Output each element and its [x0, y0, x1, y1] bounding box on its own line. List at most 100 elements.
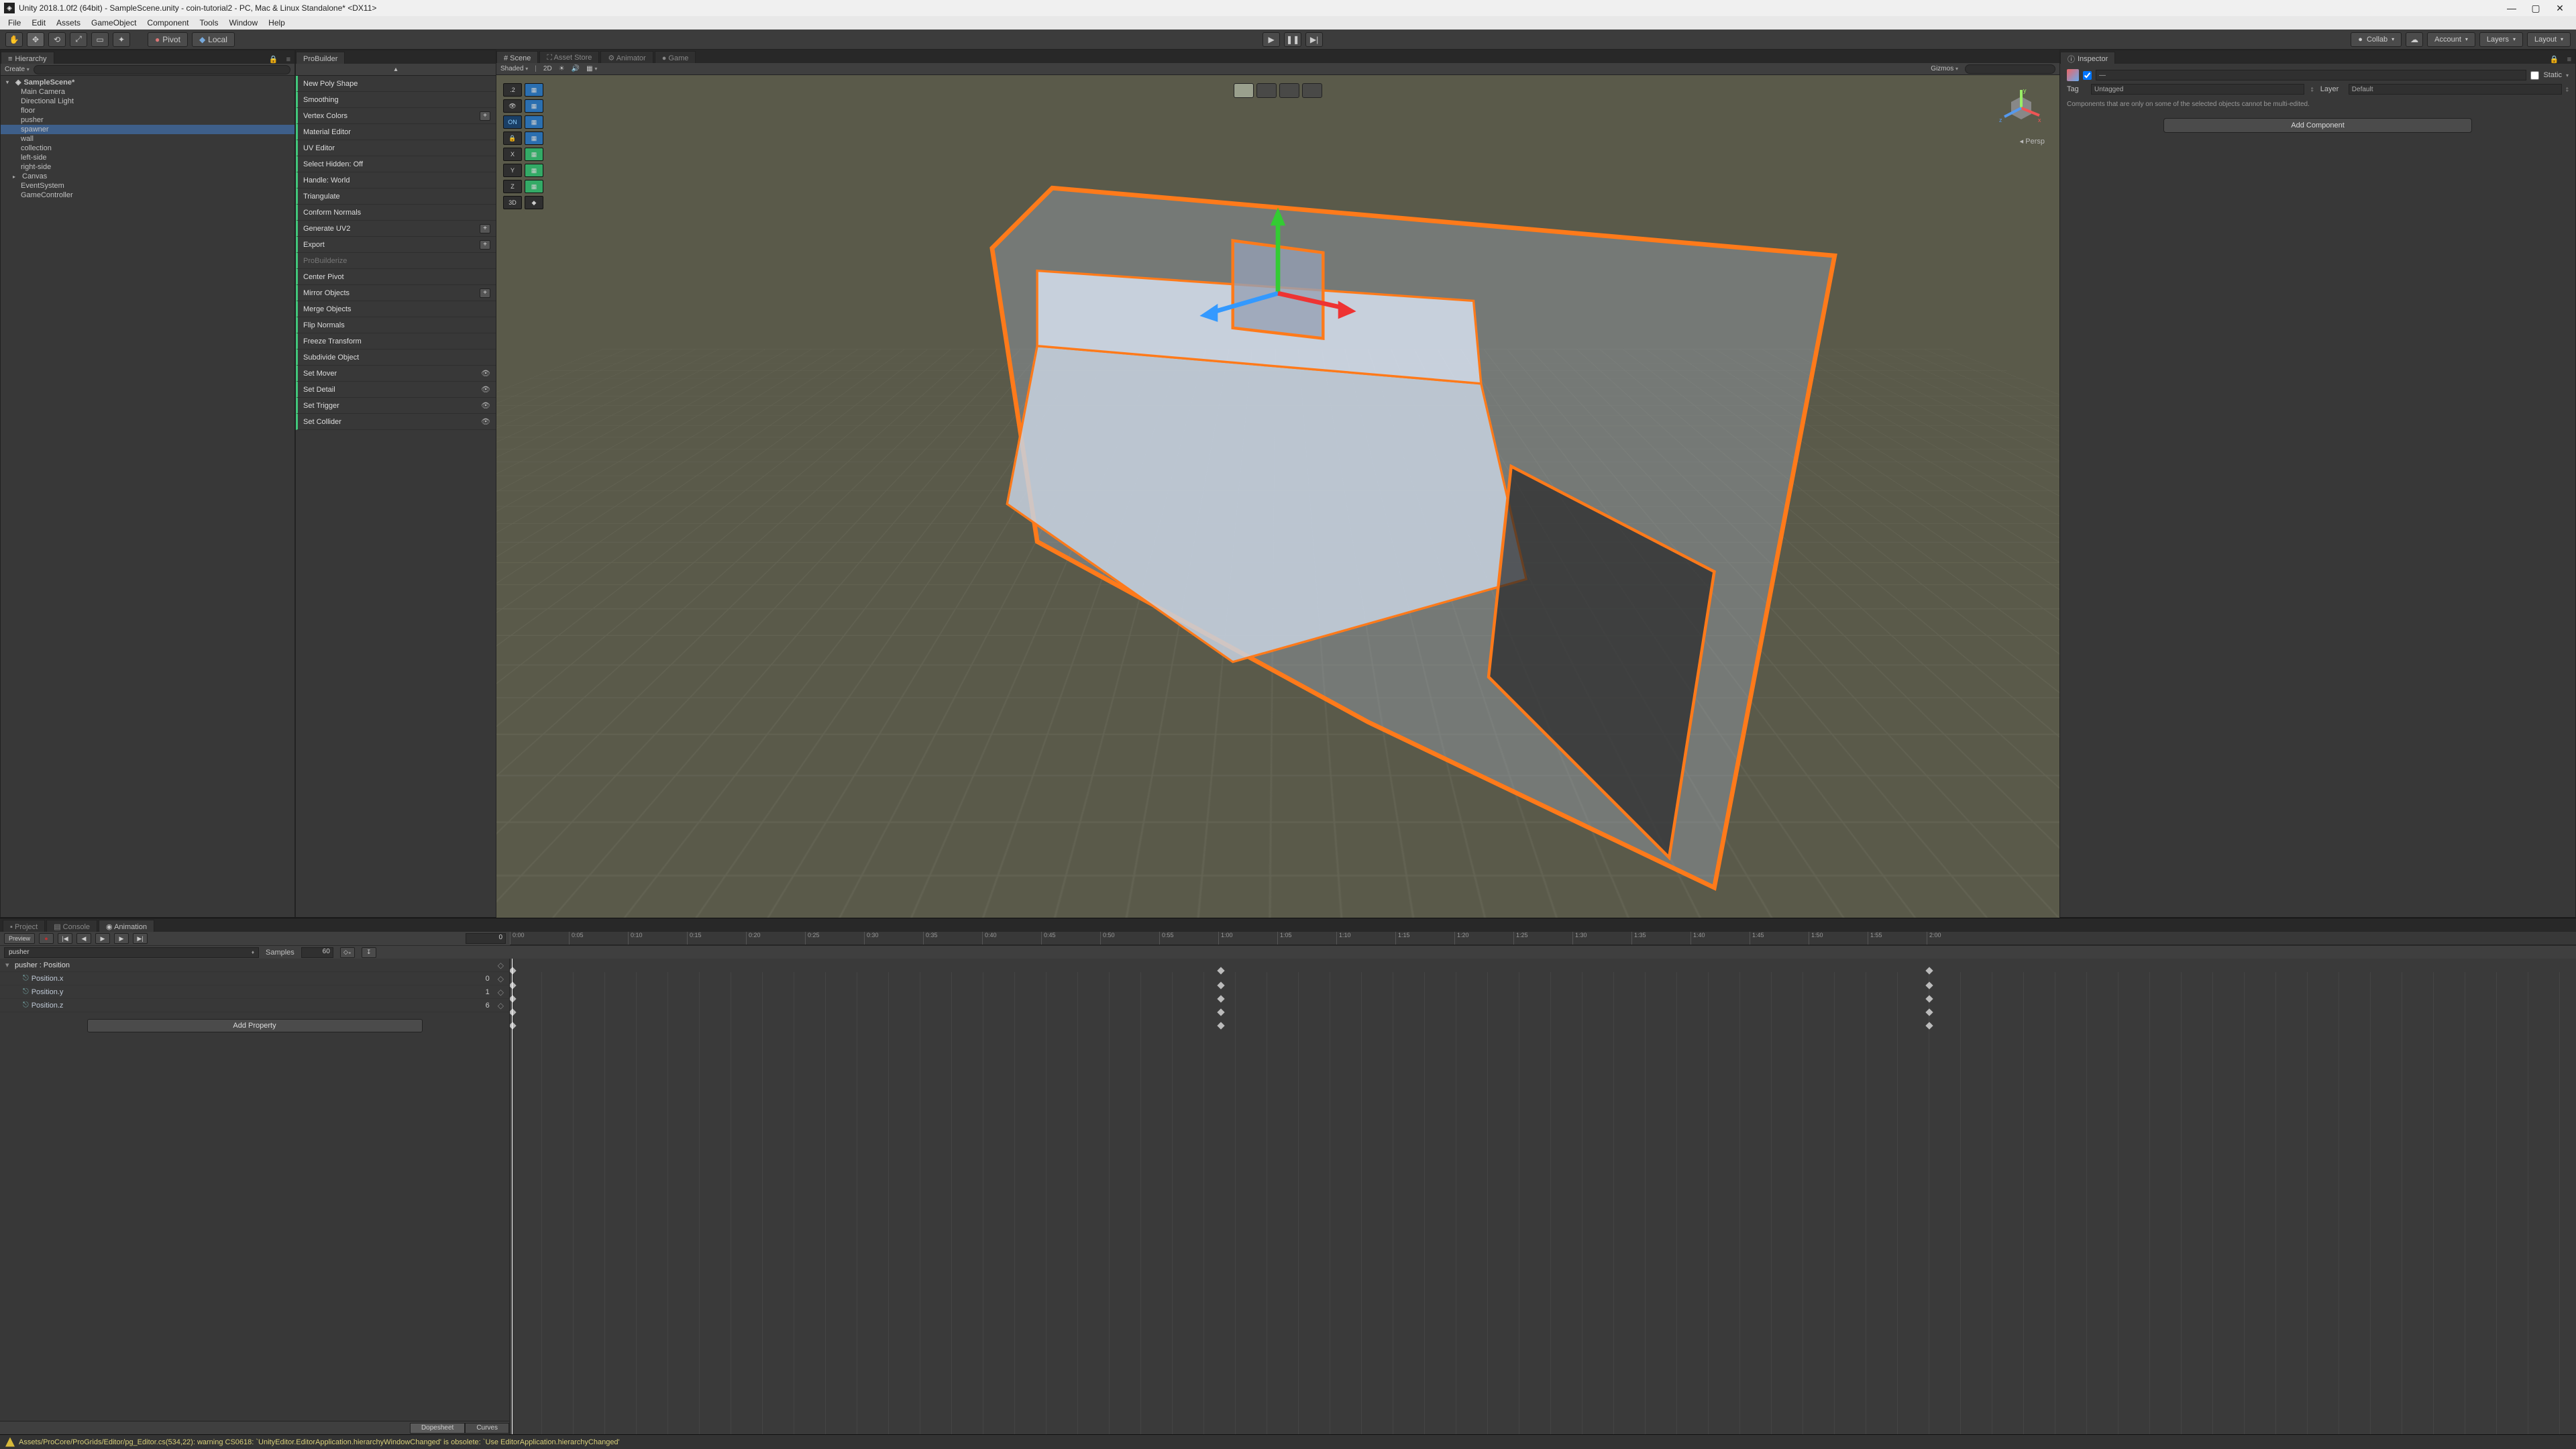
hierarchy-item-eventsystem[interactable]: EventSystem	[1, 181, 294, 191]
axis-x-button[interactable]: X	[503, 148, 522, 161]
samples-field[interactable]: 60	[301, 947, 333, 958]
hierarchy-item-floor[interactable]: floor	[1, 106, 294, 115]
menu-help[interactable]: Help	[263, 17, 290, 29]
pb-handle-world[interactable]: Handle: World	[296, 172, 496, 189]
hierarchy-item-canvas[interactable]: ▸Canvas	[1, 172, 294, 181]
rotate-tool[interactable]: ⟲	[48, 32, 66, 47]
transform-tool[interactable]: ✦	[113, 32, 130, 47]
pb-material-editor[interactable]: Material Editor	[296, 124, 496, 140]
pb-set-mover[interactable]: Set Mover👁	[296, 366, 496, 382]
2d-toggle[interactable]: 2D	[543, 65, 552, 72]
inspector-tab[interactable]: ⓘInspector	[2060, 52, 2115, 64]
pb-flip-normals[interactable]: Flip Normals	[296, 317, 496, 333]
prop-position-x[interactable]: ⎋Position.x0◇	[0, 972, 509, 985]
play-anim-button[interactable]: ▶	[95, 933, 110, 944]
prev-key-button[interactable]: ◀	[76, 933, 91, 944]
pb-triangulate[interactable]: Triangulate	[296, 189, 496, 205]
pb-center-pivot[interactable]: Center Pivot	[296, 269, 496, 285]
tab-asset-store[interactable]: ⛶ Asset Store	[539, 51, 599, 63]
name-field[interactable]: —	[2096, 70, 2526, 80]
fx-toggle-icon[interactable]: ▦ ▾	[586, 65, 597, 72]
hierarchy-item-wall[interactable]: wall	[1, 134, 294, 144]
hierarchy-scene[interactable]: ▾◈ SampleScene*	[1, 77, 294, 87]
pb-merge-objects[interactable]: Merge Objects	[296, 301, 496, 317]
menu-component[interactable]: Component	[142, 17, 194, 29]
perspective-label[interactable]: ◂ Persp	[1998, 137, 2045, 146]
active-checkbox[interactable]	[2083, 71, 2092, 80]
eye-icon[interactable]: 👁	[481, 401, 490, 410]
add-keyframe-button[interactable]: ◇₊	[340, 947, 355, 958]
pivot-toggle[interactable]: ●Pivot	[148, 32, 188, 47]
tab-project[interactable]: ▪ Project	[3, 920, 45, 932]
probuilder-tab[interactable]: ProBuilder	[296, 52, 345, 64]
minimize-button[interactable]: —	[2500, 1, 2524, 15]
static-checkbox[interactable]	[2530, 71, 2539, 80]
hierarchy-item-collection[interactable]: collection	[1, 144, 294, 153]
add-event-button[interactable]: ↧	[362, 947, 376, 958]
pb-new-poly-shape[interactable]: New Poly Shape	[296, 76, 496, 92]
tag-dropdown[interactable]: Untagged	[2091, 84, 2304, 95]
hierarchy-tab[interactable]: ≡Hierarchy	[1, 52, 54, 64]
hierarchy-item-pusher[interactable]: pusher	[1, 115, 294, 125]
layer-dropdown[interactable]: Default	[2349, 84, 2562, 95]
eye-icon[interactable]: 👁	[481, 369, 490, 378]
clip-dropdown[interactable]: pusher♦	[4, 947, 259, 958]
pause-button[interactable]: ❚❚	[1284, 32, 1301, 47]
prop-position-z[interactable]: ⎋Position.z6◇	[0, 999, 509, 1012]
hierarchy-item-left-side[interactable]: left-side	[1, 153, 294, 162]
object-mode-button[interactable]	[1234, 83, 1254, 98]
snap-lock-icon[interactable]: 🔒	[503, 131, 522, 145]
collab-dropdown[interactable]: ●Collab▾	[2351, 32, 2402, 47]
tab-scene[interactable]: # Scene	[496, 51, 538, 63]
playhead[interactable]	[512, 959, 513, 1434]
light-toggle-icon[interactable]: ☀	[559, 65, 565, 72]
axis-z-button[interactable]: Z	[503, 180, 522, 193]
face-mode-button[interactable]	[1302, 83, 1322, 98]
menu-assets[interactable]: Assets	[51, 17, 86, 29]
plus-icon[interactable]: +	[480, 288, 490, 298]
grid-icon[interactable]: ▦	[525, 83, 543, 97]
dopesheet-tab[interactable]: Dopesheet	[410, 1423, 465, 1434]
menu-edit[interactable]: Edit	[26, 17, 51, 29]
layers-dropdown[interactable]: Layers▾	[2479, 32, 2523, 47]
menu-tools[interactable]: Tools	[194, 17, 223, 29]
pb-set-detail[interactable]: Set Detail👁	[296, 382, 496, 398]
shading-mode-dropdown[interactable]: Shaded ▾	[500, 65, 528, 72]
maximize-button[interactable]: ▢	[2524, 1, 2548, 15]
panel-lock-icon[interactable]: 🔒	[265, 55, 282, 64]
layout-dropdown[interactable]: Layout▾	[2527, 32, 2571, 47]
prop-position-y[interactable]: ⎋Position.y1◇	[0, 985, 509, 999]
hierarchy-item-right-side[interactable]: right-side	[1, 162, 294, 172]
hierarchy-item-gamecontroller[interactable]: GameController	[1, 191, 294, 200]
frame-field[interactable]: 0	[466, 933, 506, 944]
scale-tool[interactable]: ⤢	[70, 32, 87, 47]
probuilder-list[interactable]: New Poly ShapeSmoothingVertex Colors+Mat…	[296, 76, 496, 917]
plus-icon[interactable]: +	[480, 224, 490, 233]
eye-icon[interactable]: 👁	[481, 385, 490, 394]
static-dropdown-icon[interactable]: ▾	[2566, 72, 2569, 78]
pb-conform-normals[interactable]: Conform Normals	[296, 205, 496, 221]
grid-icon-2[interactable]: ▦	[525, 99, 543, 113]
close-button[interactable]: ✕	[2548, 1, 2572, 15]
inspector-lock-icon[interactable]: 🔒	[2546, 55, 2563, 64]
tab-console[interactable]: ▤ Console	[46, 920, 97, 932]
key-menu-icon[interactable]: ◇	[498, 961, 504, 970]
hand-tool[interactable]: ✋	[5, 32, 23, 47]
axis-y-button[interactable]: Y	[503, 164, 522, 177]
preview-toggle[interactable]: Preview	[4, 933, 35, 944]
grid-3d-icon[interactable]: ◆	[525, 196, 543, 209]
curves-tab[interactable]: Curves	[465, 1423, 509, 1434]
pb-freeze-transform[interactable]: Freeze Transform	[296, 333, 496, 350]
grid-z-icon[interactable]: ▦	[525, 180, 543, 193]
snap-eye-icon[interactable]: 👁	[503, 99, 522, 113]
menu-gameobject[interactable]: GameObject	[86, 17, 142, 29]
menu-file[interactable]: File	[3, 17, 26, 29]
grid-y-icon[interactable]: ▦	[525, 164, 543, 177]
last-frame-button[interactable]: ▶|	[133, 933, 148, 944]
tab-animation[interactable]: ◉ Animation	[99, 920, 154, 932]
pb-select-hidden-off[interactable]: Select Hidden: Off	[296, 156, 496, 172]
pb-smoothing[interactable]: Smoothing	[296, 92, 496, 108]
cloud-button[interactable]: ☁	[2406, 32, 2423, 47]
pb-generate-uv2[interactable]: Generate UV2+	[296, 221, 496, 237]
rect-tool[interactable]: ▭	[91, 32, 109, 47]
